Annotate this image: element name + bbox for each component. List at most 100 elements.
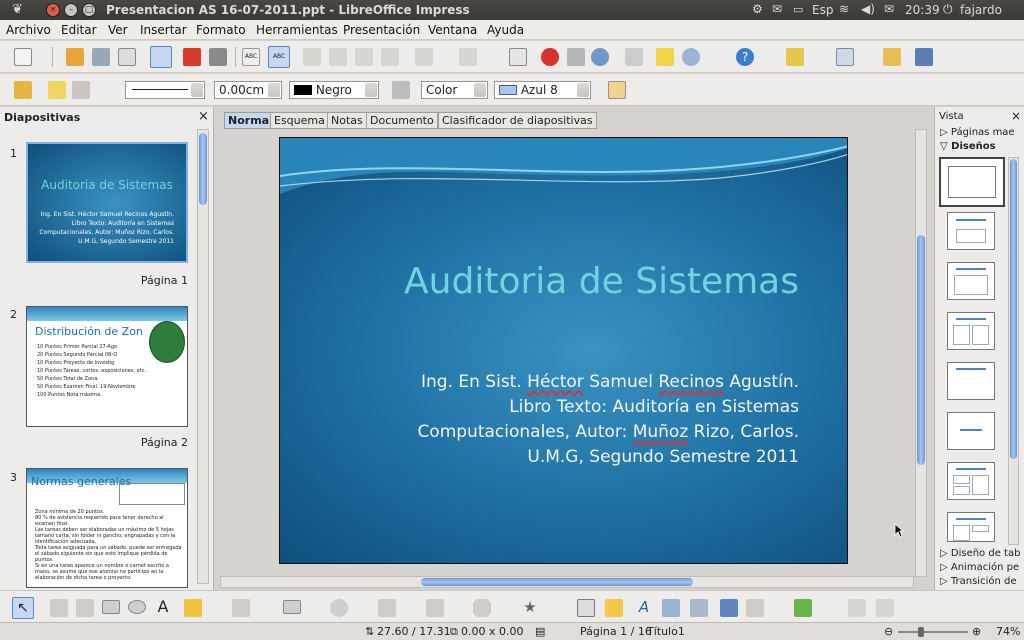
wifi-icon[interactable]: ≋ xyxy=(839,2,849,16)
clock[interactable]: 20:39 xyxy=(905,3,940,17)
maximize-window-icon[interactable]: □ xyxy=(82,3,96,17)
section-table-design[interactable]: ▷ Diseño de tab xyxy=(940,548,1020,559)
ellipse-tool-icon[interactable] xyxy=(128,600,146,614)
paste-icon[interactable] xyxy=(355,48,373,66)
symbol-shapes-icon[interactable] xyxy=(330,599,348,617)
extrusion-icon[interactable] xyxy=(720,599,738,617)
hyperlink-icon[interactable] xyxy=(591,48,609,66)
points-icon[interactable] xyxy=(577,599,595,617)
line-tool-icon[interactable] xyxy=(50,599,68,617)
grid-icon[interactable] xyxy=(625,48,643,66)
crop-icon[interactable] xyxy=(876,599,894,617)
autospellcheck-icon[interactable]: ABC xyxy=(268,46,290,68)
cut-icon[interactable] xyxy=(303,48,321,66)
session-icon[interactable]: ⏻ xyxy=(943,2,953,17)
arrow-style-icon[interactable] xyxy=(72,81,90,99)
menu-ventana[interactable]: Ventana xyxy=(428,23,477,37)
callouts-icon[interactable] xyxy=(473,599,491,617)
document-modified-icon[interactable]: ▤ xyxy=(535,625,545,638)
new-slide-icon[interactable] xyxy=(786,48,804,66)
section-layouts[interactable]: ▽ Diseños xyxy=(940,141,996,152)
text-tool-icon[interactable]: A xyxy=(154,598,172,616)
redo-icon[interactable] xyxy=(459,48,477,66)
zoom-slider-handle[interactable] xyxy=(918,627,924,637)
network-status-icon[interactable]: ⚙ xyxy=(752,2,763,16)
section-transition[interactable]: ▷ Transición de xyxy=(940,576,1017,587)
line-style-select[interactable] xyxy=(125,81,205,99)
shadow-toggle-icon[interactable] xyxy=(848,599,866,617)
help-icon[interactable]: ? xyxy=(736,48,754,66)
arrange-icon[interactable] xyxy=(794,599,812,617)
fontwork-icon[interactable]: A xyxy=(635,598,653,616)
minimize-window-icon[interactable]: – xyxy=(64,3,78,17)
workarea-horizontal-scrollbar[interactable] xyxy=(220,576,914,588)
clone-format-icon[interactable] xyxy=(381,48,399,66)
user-name[interactable]: fajardo xyxy=(960,3,1002,17)
select-arrow-icon[interactable]: ↖ xyxy=(12,597,34,619)
tab-normal[interactable]: Normal xyxy=(224,112,277,129)
chart-icon[interactable] xyxy=(541,48,559,66)
zoom-slider[interactable] xyxy=(898,631,968,633)
tab-documento[interactable]: Documento xyxy=(366,112,438,129)
menu-formato[interactable]: Formato xyxy=(196,23,246,37)
layout-centered-text[interactable] xyxy=(947,412,995,450)
styles-icon[interactable] xyxy=(14,81,32,99)
line-width-field[interactable]: 0.00cm xyxy=(214,81,282,99)
export-pdf-icon[interactable] xyxy=(183,48,201,66)
navigator-icon[interactable] xyxy=(656,48,674,66)
volume-icon[interactable]: ◀) xyxy=(861,2,875,16)
movie-icon[interactable] xyxy=(567,48,585,66)
menu-presentacion[interactable]: Presentación xyxy=(343,23,420,37)
copy-icon[interactable] xyxy=(329,48,347,66)
glue-points-icon[interactable] xyxy=(605,599,623,617)
slideshow-icon[interactable] xyxy=(915,48,933,66)
menu-archivo[interactable]: Archivo xyxy=(6,23,51,37)
close-panel-icon[interactable]: × xyxy=(1011,109,1021,123)
layout-title-content[interactable] xyxy=(947,262,995,300)
slide-layout-icon[interactable] xyxy=(883,48,901,66)
close-panel-icon[interactable]: × xyxy=(198,109,209,124)
slide-body[interactable]: Ing. En Sist. Héctor Samuel Recinos Agus… xyxy=(339,370,799,470)
new-document-icon[interactable] xyxy=(14,48,32,66)
print-icon[interactable] xyxy=(209,48,227,66)
slide-thumbnail-2[interactable]: Distribución de Zon 10 Puntos Primer Par… xyxy=(26,306,188,427)
table-icon[interactable] xyxy=(509,48,527,66)
open-folder-icon[interactable] xyxy=(66,48,84,66)
current-slide[interactable]: Auditoria de Sistemas Ing. En Sist. Héct… xyxy=(279,137,848,564)
block-arrows-icon[interactable] xyxy=(378,599,396,617)
menu-ayuda[interactable]: Ayuda xyxy=(487,23,524,37)
menu-herramientas[interactable]: Herramientas xyxy=(256,23,338,37)
connector-tool-icon[interactable] xyxy=(232,599,250,617)
line-arrow-tool-icon[interactable] xyxy=(76,599,94,617)
align-icon[interactable] xyxy=(746,599,764,617)
menu-ver[interactable]: Ver xyxy=(108,23,128,37)
line-icon[interactable] xyxy=(48,81,66,99)
insert-image-icon[interactable] xyxy=(662,599,680,617)
ubuntu-logo-icon[interactable]: ❦ xyxy=(12,2,23,17)
save-icon[interactable] xyxy=(92,48,110,66)
rectangle-tool-icon[interactable] xyxy=(102,600,120,614)
mail-icon[interactable]: ✉ xyxy=(772,2,782,16)
section-animation[interactable]: ▷ Animación pe xyxy=(940,562,1019,573)
stars-icon[interactable]: ★ xyxy=(521,598,539,616)
tab-notas[interactable]: Notas xyxy=(327,112,367,129)
zoom-level[interactable]: 74% xyxy=(996,625,1020,638)
messages-icon[interactable]: ✉ xyxy=(884,2,894,16)
menu-insertar[interactable]: Insertar xyxy=(140,23,187,37)
layout-two-content[interactable] xyxy=(947,312,995,350)
area-style-select[interactable]: Color xyxy=(421,81,488,99)
zoom-out-icon[interactable]: ⊖ xyxy=(884,625,893,638)
close-window-icon[interactable]: × xyxy=(46,3,60,17)
line-color-select[interactable]: Negro xyxy=(289,81,379,99)
layout-title-content-2content[interactable] xyxy=(947,512,995,542)
slide-title[interactable]: Auditoria de Sistemas xyxy=(280,261,799,302)
undo-icon[interactable] xyxy=(415,48,433,66)
flowchart-icon[interactable] xyxy=(426,599,444,617)
section-master-pages[interactable]: ▷ Páginas mae xyxy=(940,127,1015,138)
tab-clasificador[interactable]: Clasificador de diapositivas xyxy=(438,112,597,129)
keyboard-layout[interactable]: Esp xyxy=(812,3,833,17)
zoom-in-icon[interactable]: ⊕ xyxy=(972,625,981,638)
layout-blank[interactable] xyxy=(939,157,1005,207)
menu-editar[interactable]: Editar xyxy=(61,23,97,37)
workarea-vertical-scrollbar[interactable] xyxy=(915,129,927,577)
